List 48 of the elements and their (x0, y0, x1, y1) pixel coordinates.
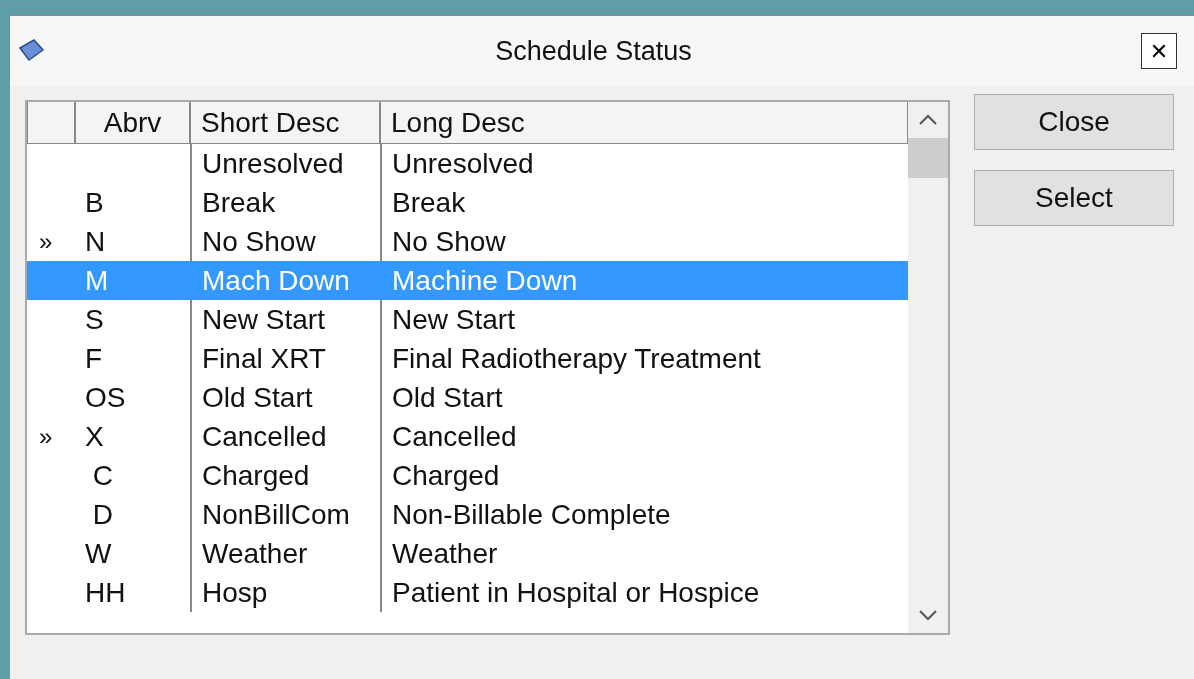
table-cell: Unresolved (202, 147, 344, 180)
table-cell-text: C (91, 459, 113, 492)
table-cell: Final Radiotherapy Treatment (392, 342, 761, 375)
table-cell: NonBillCom (202, 498, 350, 531)
row-marker: » (39, 422, 53, 451)
column-header[interactable]: Short Desc (190, 102, 380, 144)
close-button[interactable]: ✕ (1141, 33, 1177, 69)
table-cell: OS (85, 381, 126, 414)
table-cell: Cancelled (392, 420, 517, 453)
table-cell: Cancelled (202, 420, 327, 453)
table-cell: Charged (392, 459, 500, 492)
column-header[interactable]: Abrv (75, 102, 190, 144)
scrollbar[interactable] (908, 102, 948, 633)
table-cell: W (85, 537, 112, 570)
table-cell: Old Start (202, 381, 313, 414)
table-cell: X (85, 420, 104, 453)
table-cell: HH (85, 576, 126, 609)
table-cell: Break (202, 186, 276, 219)
table-cell-text: D (91, 498, 113, 531)
table-cell: Machine Down (392, 264, 578, 297)
scroll-thumb[interactable] (908, 138, 948, 178)
table-cell: Non-Billable Complete (392, 498, 671, 531)
table-cell: B (85, 186, 104, 219)
row-marker: » (39, 227, 53, 256)
close-button[interactable]: Close (974, 94, 1174, 150)
column-header[interactable]: Long Desc (380, 102, 908, 144)
table-cell: F (85, 342, 103, 375)
table-cell: New Start (202, 303, 325, 336)
scroll-up-icon[interactable] (918, 114, 938, 126)
table-cell: No Show (392, 225, 506, 258)
table-cell: Final XRT (202, 342, 326, 375)
table-cell: Charged (202, 459, 310, 492)
scroll-down-icon[interactable] (918, 609, 938, 621)
table-cell: Old Start (392, 381, 503, 414)
table-cell: Weather (202, 537, 308, 570)
table-cell: No Show (202, 225, 316, 258)
window-title: Schedule Status (494, 35, 693, 67)
select-button[interactable]: Select (974, 170, 1174, 226)
table-cell: Weather (392, 537, 498, 570)
table-cell: N (85, 225, 106, 258)
table-cell: Hosp (202, 576, 268, 609)
table-cell: M (85, 264, 109, 297)
table-cell: S (85, 303, 104, 336)
table-cell: Patient in Hospital or Hospice (392, 576, 760, 609)
table-cell: New Start (392, 303, 515, 336)
table-cell: Mach Down (202, 264, 350, 297)
table-cell: Break (392, 186, 466, 219)
table-cell: Unresolved (392, 147, 534, 180)
